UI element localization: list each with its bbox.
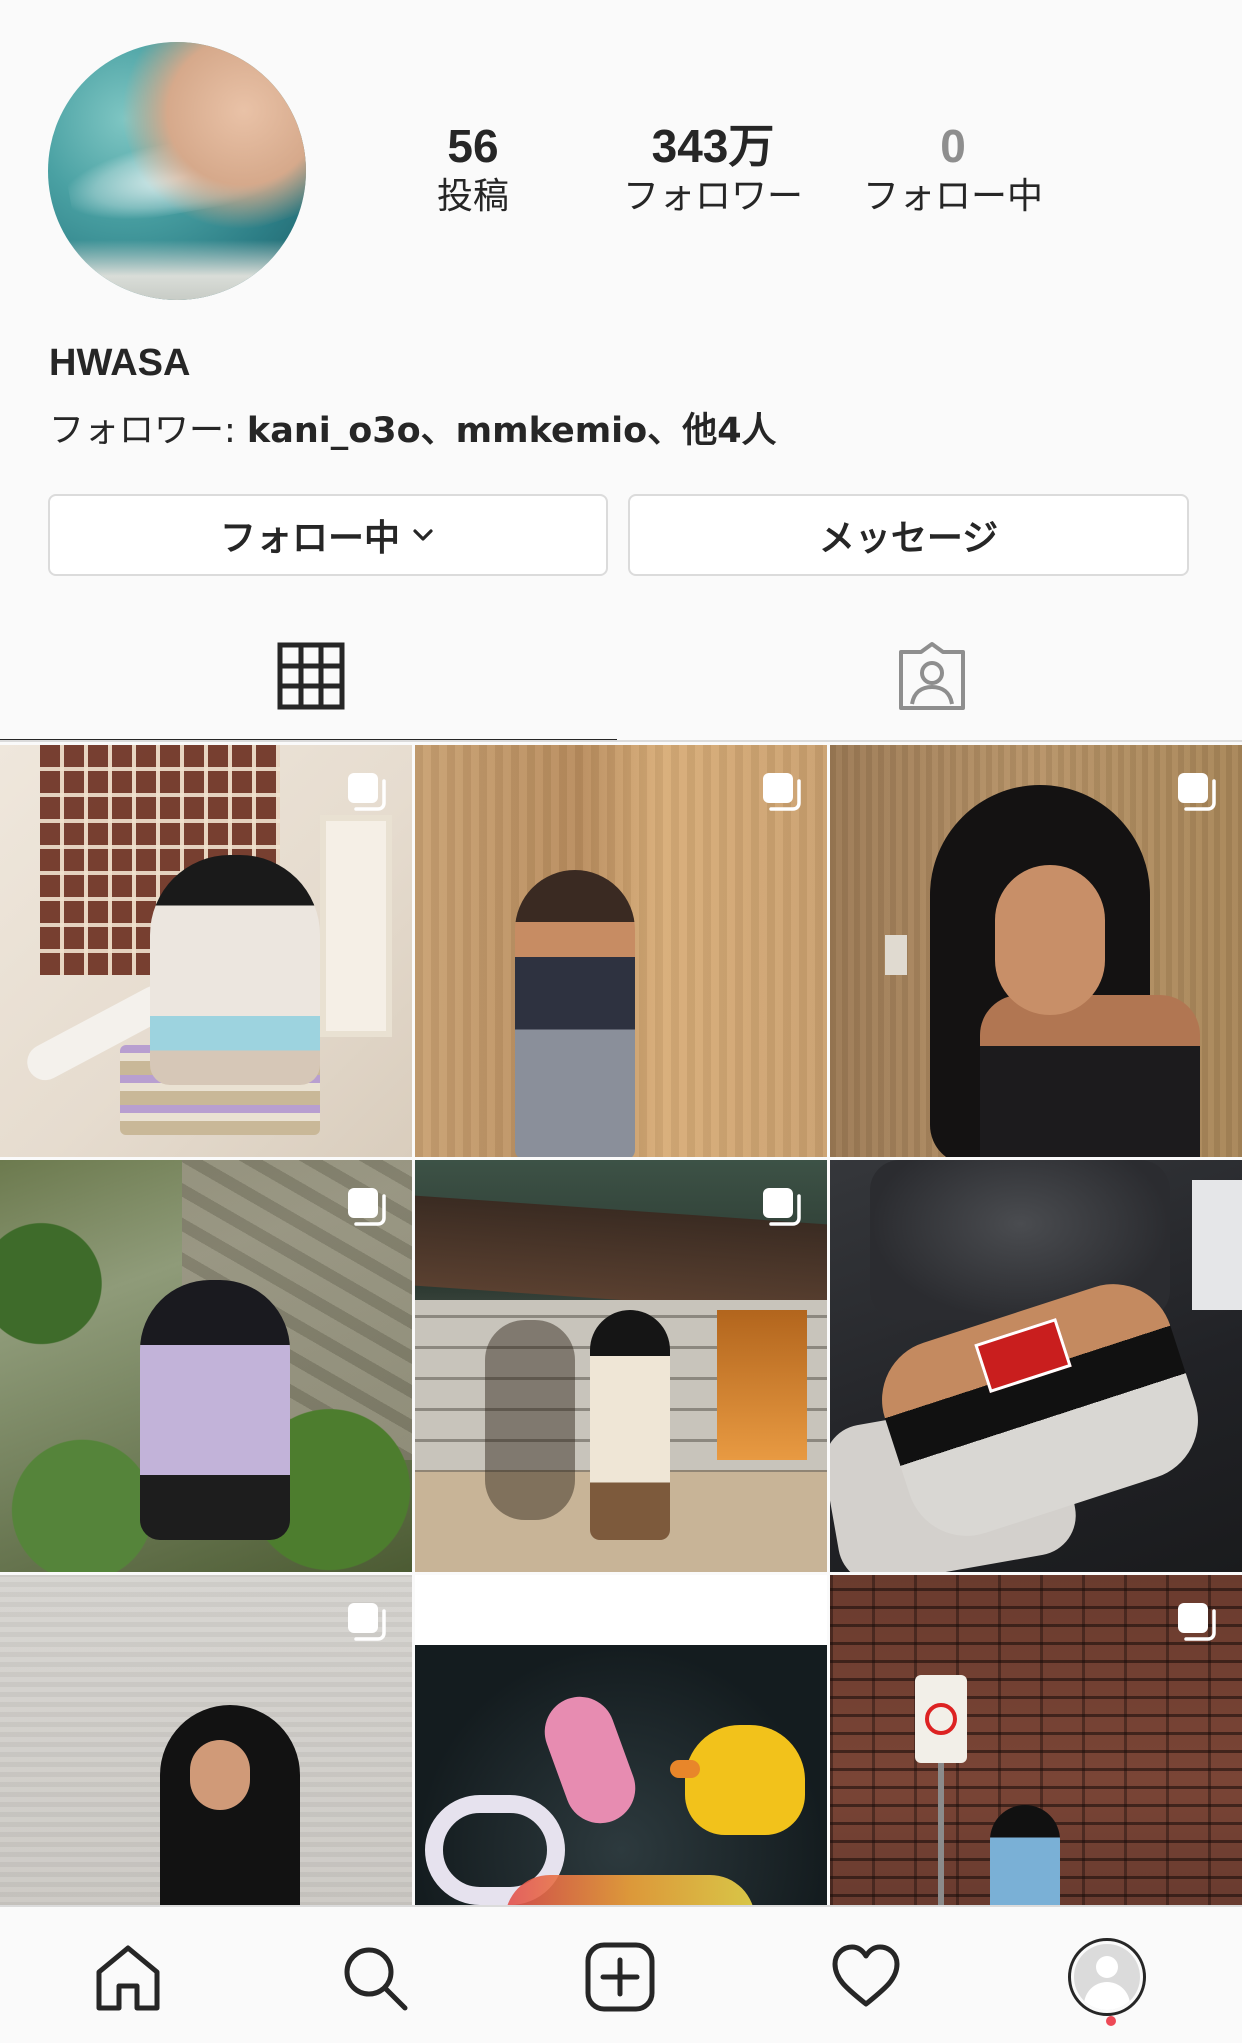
post-photo-detail xyxy=(320,815,392,1037)
post-photo-detail xyxy=(140,1280,290,1540)
nav-home[interactable] xyxy=(88,1937,168,2017)
following-button-label: フォロー中 xyxy=(219,518,400,559)
nav-search[interactable] xyxy=(334,1937,414,2017)
followed-by-line[interactable]: フォロワー: kani_o3o、mmkemio、他4人 xyxy=(49,402,777,453)
new-post-icon xyxy=(585,1942,655,2012)
home-icon xyxy=(96,1945,160,2011)
post-photo-detail xyxy=(885,935,907,975)
activity-heart-icon xyxy=(832,1944,900,2007)
post-tile[interactable] xyxy=(830,745,1242,1157)
stat-following-label: フォロー中 xyxy=(862,176,1043,217)
post-photo-detail xyxy=(980,995,1200,1157)
avatar-shoulders xyxy=(1084,1982,1130,2010)
following-button[interactable]: フォロー中 xyxy=(48,494,608,576)
multiple-photos-icon xyxy=(1178,1603,1216,1641)
nav-new-post[interactable] xyxy=(580,1937,660,2017)
post-photo-detail xyxy=(925,1703,957,1735)
stat-followers[interactable]: 343万 フォロワー xyxy=(603,118,823,220)
post-photo-detail xyxy=(1192,1180,1242,1310)
profile-page: 56 投稿 343万 フォロワー 0 フォロー中 HWASA フォロワー: ka… xyxy=(0,0,1242,2043)
notification-dot xyxy=(1106,2016,1116,2026)
chevron-down-icon xyxy=(413,529,433,541)
post-photo-detail xyxy=(995,865,1105,1015)
stat-following-count: 0 xyxy=(940,120,966,172)
profile-avatar[interactable] xyxy=(48,42,306,300)
stat-followers-label: フォロワー xyxy=(622,176,803,217)
search-icon xyxy=(344,1947,408,2011)
profile-tabs xyxy=(0,610,1242,742)
post-tile[interactable] xyxy=(415,745,827,1157)
avatar-ground xyxy=(48,240,306,300)
bottom-nav xyxy=(0,1905,1242,2043)
multiple-photos-icon xyxy=(348,773,386,811)
message-button-label: メッセージ xyxy=(818,518,999,559)
nav-profile[interactable] xyxy=(1067,1937,1147,2017)
post-photo-detail xyxy=(685,1725,805,1835)
post-tile[interactable] xyxy=(415,1160,827,1572)
stat-followers-count: 343万 xyxy=(651,120,775,172)
default-avatar-icon xyxy=(1074,1944,1140,2010)
post-tile[interactable] xyxy=(0,745,412,1157)
followed-by-names: kani_o3o、mmkemio、他4人 xyxy=(246,411,777,451)
followed-by-prefix: フォロワー: xyxy=(49,411,247,451)
profile-username: HWASA xyxy=(49,342,191,384)
post-tile[interactable] xyxy=(830,1160,1242,1572)
tab-tagged[interactable] xyxy=(621,610,1242,742)
post-photo-detail xyxy=(150,855,320,1085)
grid-icon xyxy=(277,642,344,710)
tab-grid[interactable] xyxy=(0,610,621,742)
multiple-photos-icon xyxy=(348,1603,386,1641)
multiple-photos-icon xyxy=(348,1188,386,1226)
tabs-divider xyxy=(0,740,1242,742)
stat-following[interactable]: 0 フォロー中 xyxy=(843,118,1063,220)
avatar-head xyxy=(1096,1956,1118,1978)
avatar-skin xyxy=(100,42,306,258)
stat-posts-label: 投稿 xyxy=(436,176,509,217)
message-button[interactable]: メッセージ xyxy=(628,494,1189,576)
post-photo-detail xyxy=(515,870,635,1157)
multiple-photos-icon xyxy=(1178,773,1216,811)
multiple-photos-icon xyxy=(763,773,801,811)
tagged-user-icon xyxy=(898,642,965,710)
stat-posts-count: 56 xyxy=(447,120,499,172)
post-tile[interactable] xyxy=(0,1160,412,1572)
stat-posts[interactable]: 56 投稿 xyxy=(363,118,583,220)
post-photo-detail xyxy=(590,1310,670,1540)
post-photo-detail xyxy=(717,1310,807,1460)
profile-icon xyxy=(1068,1938,1146,2016)
post-photo-detail xyxy=(190,1740,250,1810)
nav-activity[interactable] xyxy=(826,1937,906,2017)
multiple-photos-icon xyxy=(763,1188,801,1226)
post-photo-detail xyxy=(670,1760,700,1778)
post-photo-detail xyxy=(485,1320,575,1520)
